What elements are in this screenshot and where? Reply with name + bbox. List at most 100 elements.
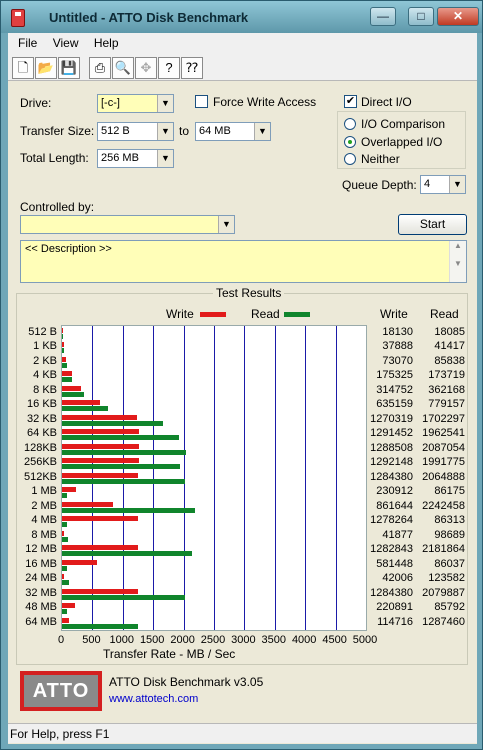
title-bar[interactable]: Untitled - ATTO Disk Benchmark — □ ✕ [1, 1, 482, 33]
overlapped-io-radio[interactable] [344, 136, 356, 148]
controlled-by-select[interactable]: ▼ [20, 215, 235, 234]
write-bar [62, 603, 76, 609]
write-bar [62, 530, 65, 536]
drive-label: Drive: [20, 96, 52, 110]
read-value: 779157 [428, 398, 465, 411]
website-link[interactable]: www.attotech.com [109, 693, 198, 705]
read-bar [62, 391, 84, 397]
category-label: 512KB [23, 470, 57, 483]
read-bar [62, 536, 68, 542]
read-bar [62, 478, 185, 484]
force-write-checkbox[interactable] [195, 95, 208, 108]
neither-radio[interactable] [344, 153, 356, 165]
results-title: Test Results [213, 286, 285, 300]
open-icon[interactable]: 📂 [35, 57, 57, 79]
write-bar [62, 356, 67, 362]
write-value: 175325 [376, 369, 413, 382]
read-legend-label: Read [251, 307, 280, 321]
direct-io-label: Direct I/O [361, 95, 412, 109]
read-bar [62, 377, 73, 383]
write-value: 581448 [376, 557, 413, 570]
read-value: 85792 [434, 601, 465, 614]
total-length-value: 256 MB [101, 152, 139, 164]
transfer-from-select[interactable]: 512 B ▼ [97, 122, 174, 141]
write-bar [62, 545, 139, 551]
chevron-down-icon: ▼ [157, 95, 173, 112]
write-bar [62, 588, 139, 594]
close-button[interactable]: ✕ [437, 7, 479, 26]
maximize-button[interactable]: □ [408, 7, 434, 26]
read-bar [62, 493, 68, 499]
gridline [214, 326, 215, 630]
transfer-from-value: 512 B [101, 125, 130, 137]
print-preview-icon[interactable]: 🔍 [112, 57, 134, 79]
minimize-button[interactable]: — [370, 7, 396, 26]
category-label: 256KB [23, 456, 57, 469]
write-value: 1278264 [370, 514, 413, 527]
help-icon[interactable]: ? [158, 57, 180, 79]
io-comparison-radio[interactable] [344, 118, 356, 130]
write-value: 220891 [376, 601, 413, 614]
context-help-icon[interactable]: ⁇ [181, 57, 203, 79]
direct-io-checkbox[interactable]: ✔ [344, 95, 357, 108]
menu-file[interactable]: File [12, 33, 43, 53]
new-icon[interactable]: 🗋 [12, 57, 34, 79]
category-label: 12 MB [25, 543, 57, 556]
description-text: << Description >> [25, 243, 112, 255]
write-value: 861644 [376, 499, 413, 512]
write-value: 1284380 [370, 470, 413, 483]
total-length-select[interactable]: 256 MB ▼ [97, 149, 174, 168]
drive-value: [-c-] [101, 97, 120, 109]
read-value: 86175 [434, 485, 465, 498]
read-value: 1702297 [422, 412, 465, 425]
controlled-by-label: Controlled by: [20, 200, 95, 214]
x-tick-label: 0 [57, 634, 65, 646]
queue-depth-value: 4 [424, 178, 431, 190]
description-scrollbar[interactable]: ▲ ▼ [449, 241, 466, 282]
move-icon[interactable]: ✥ [135, 57, 157, 79]
write-value: 1292148 [370, 456, 413, 469]
category-label: 128KB [23, 441, 57, 454]
to-label: to [179, 124, 190, 138]
chevron-down-icon: ▼ [157, 150, 173, 167]
overlapped-io-label: Overlapped I/O [361, 135, 443, 149]
read-value: 362168 [428, 383, 465, 396]
x-tick-label: 4500 [322, 634, 347, 646]
read-bar [62, 449, 186, 455]
category-label: 8 MB [31, 528, 57, 541]
print-icon[interactable]: ⎙ [89, 57, 111, 79]
drive-select[interactable]: [-c-] ▼ [97, 94, 174, 113]
write-column-header: Write [380, 307, 408, 321]
transfer-to-select[interactable]: 64 MB ▼ [195, 122, 271, 141]
gridline [275, 326, 276, 630]
write-bar [62, 516, 138, 522]
category-label: 512 B [28, 326, 57, 338]
read-bar [62, 507, 196, 513]
gridline [244, 326, 245, 630]
queue-depth-select[interactable]: 4 ▼ [420, 175, 466, 194]
read-value: 2087054 [422, 441, 465, 454]
save-icon[interactable]: 💾 [58, 57, 80, 79]
read-value: 85838 [434, 354, 465, 367]
write-value: 1284380 [370, 586, 413, 599]
start-button[interactable]: Start [398, 214, 467, 235]
write-value: 114716 [377, 615, 413, 628]
transfer-to-value: 64 MB [199, 125, 231, 137]
menu-view[interactable]: View [47, 33, 85, 53]
description-field[interactable]: << Description >> ▲ ▼ [20, 240, 467, 283]
menu-help[interactable]: Help [88, 33, 125, 53]
category-label: 2 MB [31, 499, 57, 512]
read-bar [62, 565, 68, 571]
category-label: 1 MB [31, 485, 57, 498]
read-bar [62, 609, 68, 615]
chevron-down-icon: ▼ [218, 216, 234, 233]
write-bar [62, 487, 76, 493]
write-bar [62, 328, 64, 333]
read-bar [62, 580, 70, 586]
write-value: 18130 [382, 326, 413, 338]
write-value: 73070 [382, 354, 413, 367]
category-label: 32 KB [27, 412, 57, 425]
x-tick-label: 3500 [261, 634, 287, 646]
x-tick-label: 2000 [170, 634, 195, 646]
write-value: 1270319 [370, 412, 413, 425]
